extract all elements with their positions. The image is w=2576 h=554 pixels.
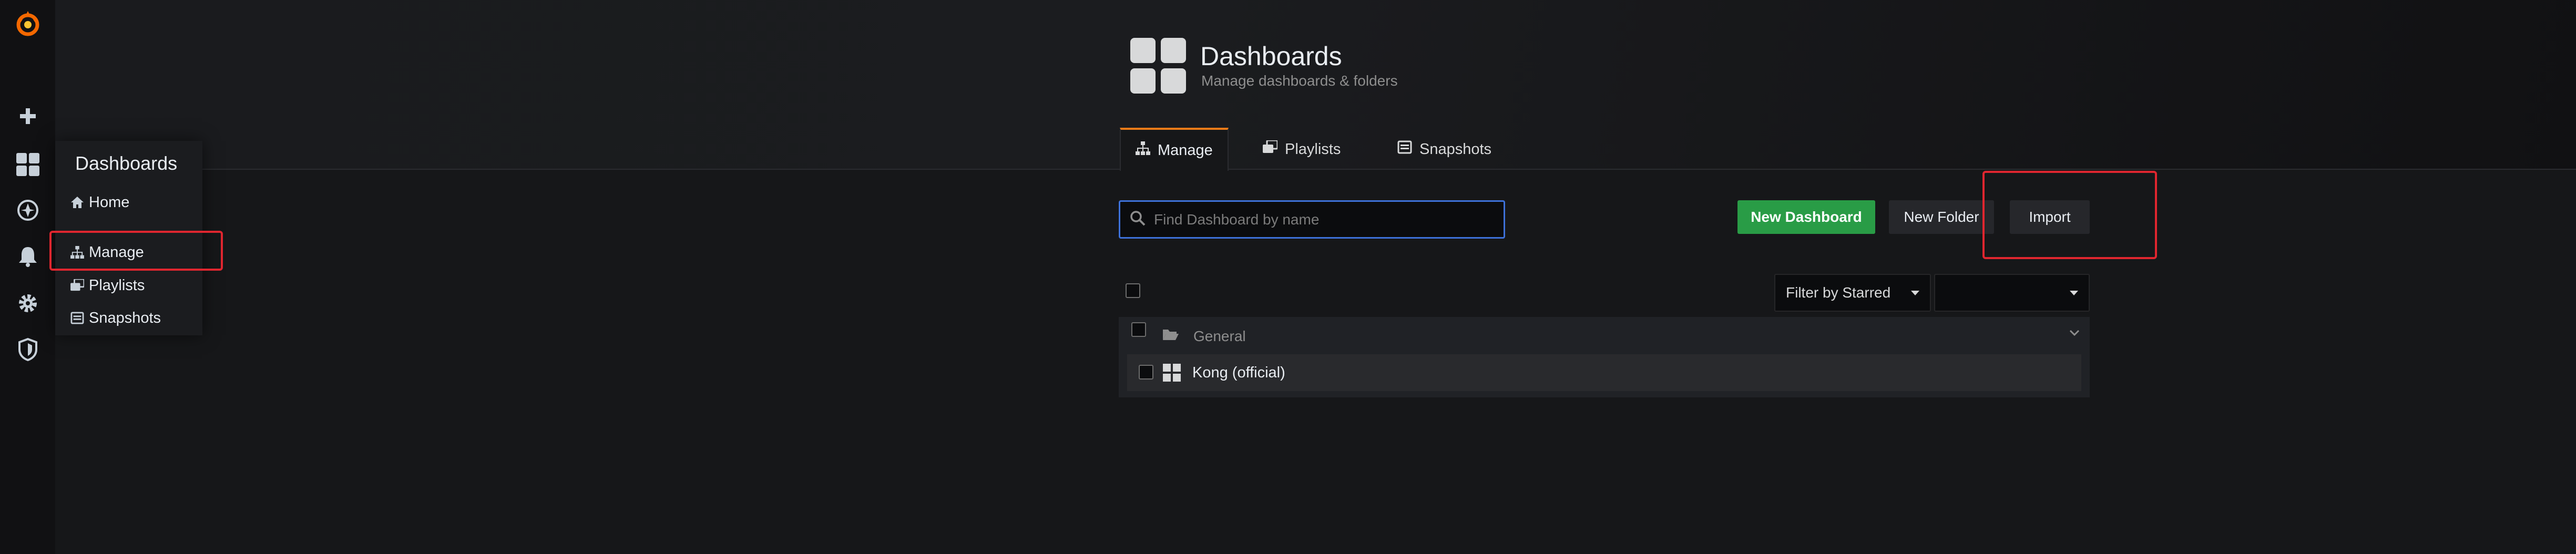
flyout-item-snapshots[interactable]: Snapshots — [66, 303, 197, 333]
tab-manage[interactable]: Manage — [1120, 128, 1229, 171]
new-dashboard-button[interactable]: New Dashboard — [1737, 200, 1875, 234]
search-input[interactable] — [1154, 211, 1490, 228]
chevron-down-icon[interactable] — [2069, 329, 2080, 340]
tab-snapshots[interactable]: Snapshots — [1383, 128, 1506, 171]
folder-section: General Kong (official) — [1119, 317, 2090, 397]
dashboards-icon — [1130, 38, 1186, 94]
select-all-checkbox[interactable] — [1126, 283, 1140, 298]
tag-filter-select[interactable] — [1934, 274, 2090, 312]
flyout-item-playlists[interactable]: Playlists — [66, 271, 197, 300]
folder-name: General — [1193, 328, 1246, 344]
dashboard-list-item[interactable]: Kong (official) — [1127, 354, 2081, 391]
dashboard-grid-icon — [1163, 364, 1181, 384]
playlist-icon — [1263, 139, 1279, 158]
filter-by-starred-label: Filter by Starred — [1786, 284, 1891, 301]
dashboards-icon[interactable] — [0, 143, 55, 186]
flyout-item-label: Snapshots — [89, 309, 161, 326]
caret-down-icon — [1911, 290, 1919, 295]
explore-icon[interactable] — [0, 189, 55, 231]
tab-label: Playlists — [1285, 140, 1341, 158]
manage-highlight-box — [49, 231, 223, 271]
folder-header[interactable]: General — [1119, 317, 2090, 353]
sitemap-icon — [1136, 141, 1150, 159]
dashboard-checkbox[interactable] — [1139, 365, 1153, 379]
dashboards-flyout-menu: Dashboards Home Manage Playlists Snapshots — [49, 141, 223, 335]
snapshot-icon — [1397, 140, 1412, 158]
tab-label: Snapshots — [1419, 140, 1492, 158]
page-subtitle: Manage dashboards & folders — [1201, 73, 1398, 89]
page-header: Dashboards Manage dashboards & folders M… — [55, 0, 2576, 171]
home-icon — [66, 196, 89, 209]
caret-down-icon — [2070, 290, 2078, 295]
side-menu — [0, 0, 55, 554]
search-box[interactable] — [1119, 200, 1505, 239]
tab-label: Manage — [1158, 141, 1213, 159]
folder-checkbox[interactable] — [1131, 322, 1146, 337]
snapshot-icon — [66, 312, 89, 324]
dashboard-title: Kong (official) — [1192, 364, 1285, 381]
tab-playlists[interactable]: Playlists — [1248, 128, 1355, 171]
filter-by-starred-select[interactable]: Filter by Starred — [1774, 274, 1931, 312]
grafana-app: Dashboards Manage dashboards & folders M… — [0, 0, 2576, 554]
page-title: Dashboards — [1200, 42, 1342, 71]
folder-open-icon — [1162, 327, 1179, 344]
playlist-icon — [66, 279, 89, 292]
bell-icon[interactable] — [0, 235, 55, 278]
grafana-logo-icon[interactable] — [0, 3, 55, 45]
plus-icon[interactable] — [0, 95, 55, 137]
flyout-title[interactable]: Dashboards — [75, 152, 177, 175]
shield-icon[interactable] — [0, 329, 55, 371]
flyout-item-home[interactable]: Home — [66, 188, 197, 217]
flyout-item-label: Home — [89, 193, 130, 211]
gear-icon[interactable] — [0, 282, 55, 324]
search-icon — [1130, 210, 1146, 229]
import-highlight-box — [1982, 171, 2157, 259]
flyout-item-label: Playlists — [89, 276, 145, 294]
new-folder-button[interactable]: New Folder — [1889, 200, 1994, 234]
